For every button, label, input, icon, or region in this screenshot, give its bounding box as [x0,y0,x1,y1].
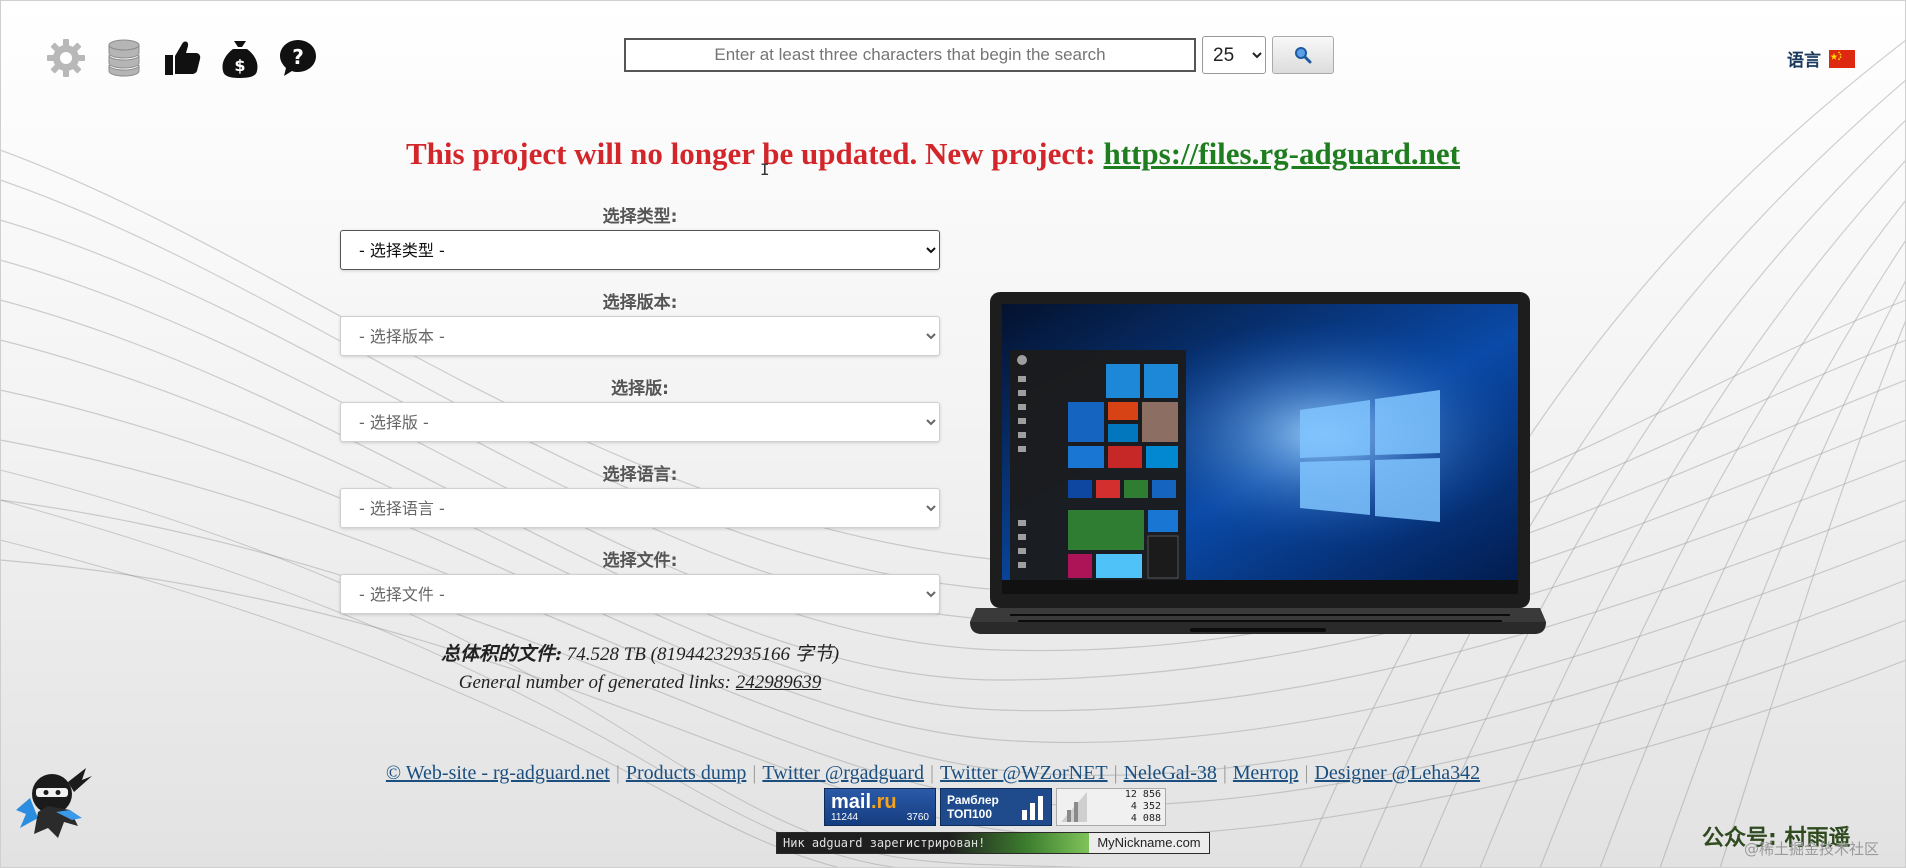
china-flag-icon [1829,49,1855,68]
bar-chart-icon [1022,796,1043,820]
footer-separator: | [930,762,935,784]
links-count-value[interactable]: 242989639 [736,672,822,693]
rambler-line-1: Рамблер [947,793,999,807]
money-bag-icon[interactable]: $ [218,36,262,80]
footer-links: © Web-site - rg-adguard.net | Products dum… [0,762,1866,785]
mailru-count-1: 11244 [831,811,859,823]
search-button[interactable] [1272,36,1334,74]
background-waves [0,0,1906,868]
text-cursor: I [760,160,770,179]
search-bar: 25 [624,36,1334,74]
mailru-counter-badge[interactable]: mail.ru 11244 3760 [824,788,936,826]
file-label: 选择文件: [602,551,678,571]
version-select[interactable]: - 选择版本 - [340,316,940,356]
mailru-logo-domain: .ru [871,790,897,813]
mailru-count-2: 3760 [906,811,929,823]
rambler-top100-badge[interactable]: Рамблер ТОП100 [940,788,1052,826]
notice-text: This project will no longer be updated. … [406,136,1104,171]
counter-badges: mail.ru 11244 3760 Рамблер ТОП100 12 856 … [824,788,1166,826]
thumbs-up-icon[interactable] [160,36,204,80]
type-label: 选择类型: [602,207,678,227]
search-input[interactable] [624,38,1196,72]
field-type: 选择类型: - 选择类型 - [340,204,940,270]
links-count-label: General number of generated links: [458,672,736,693]
footer-separator: | [615,762,620,784]
language-selector[interactable]: 语言 [1787,46,1855,71]
footer-link-twitter-wzornet[interactable]: Twitter @WZorNET [940,762,1108,784]
li-value-1: 12 856 [1124,789,1161,800]
li-value-2: 4 352 [1130,801,1161,812]
help-icon[interactable]: ? [276,36,320,80]
footer-link-designer[interactable]: Designer @Leha342 [1314,762,1480,784]
li-value-3: 4 088 [1130,813,1161,824]
mailru-logo-main: mail [831,790,872,813]
footer-separator: | [752,762,757,784]
page-size-select[interactable]: 25 [1202,36,1266,74]
mailru-counter-values: 11244 3760 [831,812,929,823]
liveinternet-counter-badge[interactable]: 12 856 4 352 4 088 [1056,788,1166,826]
new-project-link[interactable]: https://files.rg-adguard.net [1104,136,1461,171]
edition-label: 选择版: [611,379,669,399]
field-file: 选择文件: - 选择文件 - [340,548,940,614]
svg-text:$: $ [234,56,245,75]
language-select[interactable]: - 选择语言 - [340,488,940,528]
total-size-value: 74.528 TB (81944232935166 字节) [561,644,840,665]
language-field-label: 选择语言: [602,465,678,485]
ninja-mascot-icon [16,768,92,838]
gear-icon[interactable] [44,36,88,80]
nickname-banner[interactable]: Ник adguard зарегистрирован! MyNickname.… [776,832,1210,854]
footer-link-nelegal[interactable]: NeleGal-38 [1124,762,1217,784]
watermark-sub: @稀土掘金技术社区 [1744,840,1880,858]
footer-separator: | [1304,762,1309,784]
footer-link-mentor[interactable]: Ментор [1233,762,1299,784]
footer-link-twitter-rgadguard[interactable]: Twitter @rgadguard [762,762,924,784]
edition-select[interactable]: - 选择版 - [340,402,940,442]
liveinternet-values: 12 856 4 352 4 088 [1093,789,1161,825]
field-edition: 选择版: - 选择版 - [340,376,940,442]
search-icon [1295,47,1312,64]
links-count-line: General number of generated links: 24298… [340,669,940,697]
footer-separator: | [1222,762,1227,784]
nickname-banner-site: MyNickname.com [1089,833,1209,853]
database-icon[interactable] [102,36,146,80]
version-label: 选择版本: [602,293,678,313]
nickname-banner-text: Ник adguard зарегистрирован! [777,833,1089,853]
total-size-label: 总体积的文件: [440,643,562,665]
deprecation-notice: This project will no longer be updated. … [0,136,1866,172]
field-language: 选择语言: - 选择语言 - [340,462,940,528]
svg-text:?: ? [292,45,304,69]
laptop-image [970,292,1546,634]
rambler-text: Рамблер ТОП100 [947,793,999,821]
download-form: 选择类型: - 选择类型 - 选择版本: - 选择版本 - 选择版: - 选择版… [340,204,940,634]
mailru-logo: mail.ru [831,792,929,812]
counter-graph-icon [1061,792,1087,822]
total-size-line: 总体积的文件: 74.528 TB (81944232935166 字节) [340,640,940,669]
type-select[interactable]: - 选择类型 - [340,230,940,270]
field-version: 选择版本: - 选择版本 - [340,290,940,356]
rambler-line-2: ТОП100 [947,807,993,821]
footer-link-website[interactable]: © Web-site - rg-adguard.net [386,762,610,784]
language-label: 语言 [1787,51,1821,71]
file-select[interactable]: - 选择文件 - [340,574,940,614]
stats-block: 总体积的文件: 74.528 TB (81944232935166 字节) Ge… [340,640,940,697]
header-toolbar: $ ? [44,36,320,80]
footer-link-products-dump[interactable]: Products dump [626,762,747,784]
footer-separator: | [1113,762,1118,784]
